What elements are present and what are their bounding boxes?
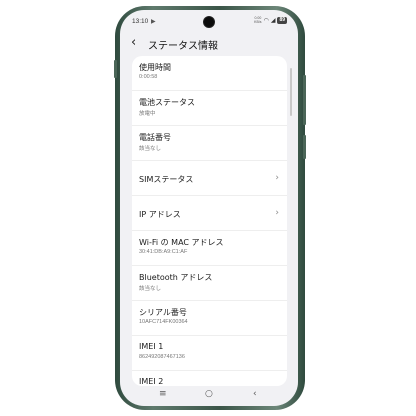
list-item-battery-status[interactable]: 電池ステータス 放電中 — [132, 91, 287, 126]
list-item-value: 該当なし — [139, 146, 162, 152]
list-item-value: 0:00:58 — [139, 74, 158, 80]
list-item-title: シリアル番号 — [139, 308, 187, 317]
power-button — [303, 75, 306, 125]
list-item-value: 放電中 — [139, 111, 156, 117]
volume-button — [114, 60, 117, 78]
app-bar: ‹ ステータス情報 — [120, 34, 298, 54]
scrollbar[interactable] — [290, 68, 292, 116]
front-camera — [204, 17, 214, 27]
side-key — [303, 135, 306, 159]
status-icons: 0.00 KB/s ◠ ◢ 89 — [254, 16, 287, 24]
list-item-title: SIMステータス — [139, 175, 194, 184]
list-item-bluetooth-address[interactable]: Bluetooth アドレス 該当なし — [132, 266, 287, 301]
phone-screen: 13:10 ▶ 0.00 KB/s ◠ ◢ 89 ‹ ステータス情報 使用時間 … — [120, 10, 298, 406]
back-arrow-icon[interactable]: ‹ — [131, 35, 136, 51]
network-speed: 0.00 KB/s — [254, 16, 262, 24]
list-item-title: Bluetooth アドレス — [139, 273, 213, 282]
page-title: ステータス情報 — [148, 41, 218, 52]
navigation-bar: ≡ ○ ‹ — [120, 386, 298, 406]
list-item-title: Wi-Fi の MAC アドレス — [139, 238, 224, 247]
nav-back-icon[interactable]: ‹ — [253, 389, 257, 399]
chevron-right-icon: › — [275, 208, 279, 218]
list-item-value: 30:41:DB:A9:C1:AF — [139, 249, 188, 255]
signal-icon: ◢ — [270, 18, 276, 24]
list-item-ip-address[interactable]: IP アドレス › — [132, 196, 287, 231]
wifi-icon: ◠ — [263, 18, 269, 24]
list-item-phone-number[interactable]: 電話番号 該当なし — [132, 126, 287, 161]
chevron-right-icon: › — [275, 173, 279, 183]
list-item-imei-2[interactable]: IMEI 2 862492087467128 — [132, 371, 287, 386]
battery-indicator: 89 — [277, 17, 287, 24]
list-item-usage-time[interactable]: 使用時間 0:00:58 — [132, 56, 287, 91]
status-time: 13:10 — [132, 18, 149, 25]
list-item-title: IMEI 2 — [139, 377, 164, 386]
status-info-list: 使用時間 0:00:58 電池ステータス 放電中 電話番号 該当なし SIMステ… — [132, 56, 287, 386]
list-item-wifi-mac[interactable]: Wi-Fi の MAC アドレス 30:41:DB:A9:C1:AF — [132, 231, 287, 266]
list-item-title: 電話番号 — [139, 133, 171, 142]
list-item-value: 10AFC714FK00364 — [139, 319, 188, 325]
list-item-value: 該当なし — [139, 286, 162, 292]
list-item-title: 電池ステータス — [139, 98, 195, 107]
list-item-title: IP アドレス — [139, 210, 181, 219]
list-item-imei-1[interactable]: IMEI 1 862492087467136 — [132, 336, 287, 371]
home-icon[interactable]: ○ — [205, 389, 213, 399]
recents-icon[interactable]: ≡ — [159, 389, 167, 399]
list-item-serial-number[interactable]: シリアル番号 10AFC714FK00364 — [132, 301, 287, 336]
play-icon: ▶ — [151, 18, 156, 25]
list-item-title: 使用時間 — [139, 63, 171, 72]
list-item-sim-status[interactable]: SIMステータス › — [132, 161, 287, 196]
list-item-value: 862492087467136 — [139, 354, 185, 360]
list-item-title: IMEI 1 — [139, 342, 164, 351]
